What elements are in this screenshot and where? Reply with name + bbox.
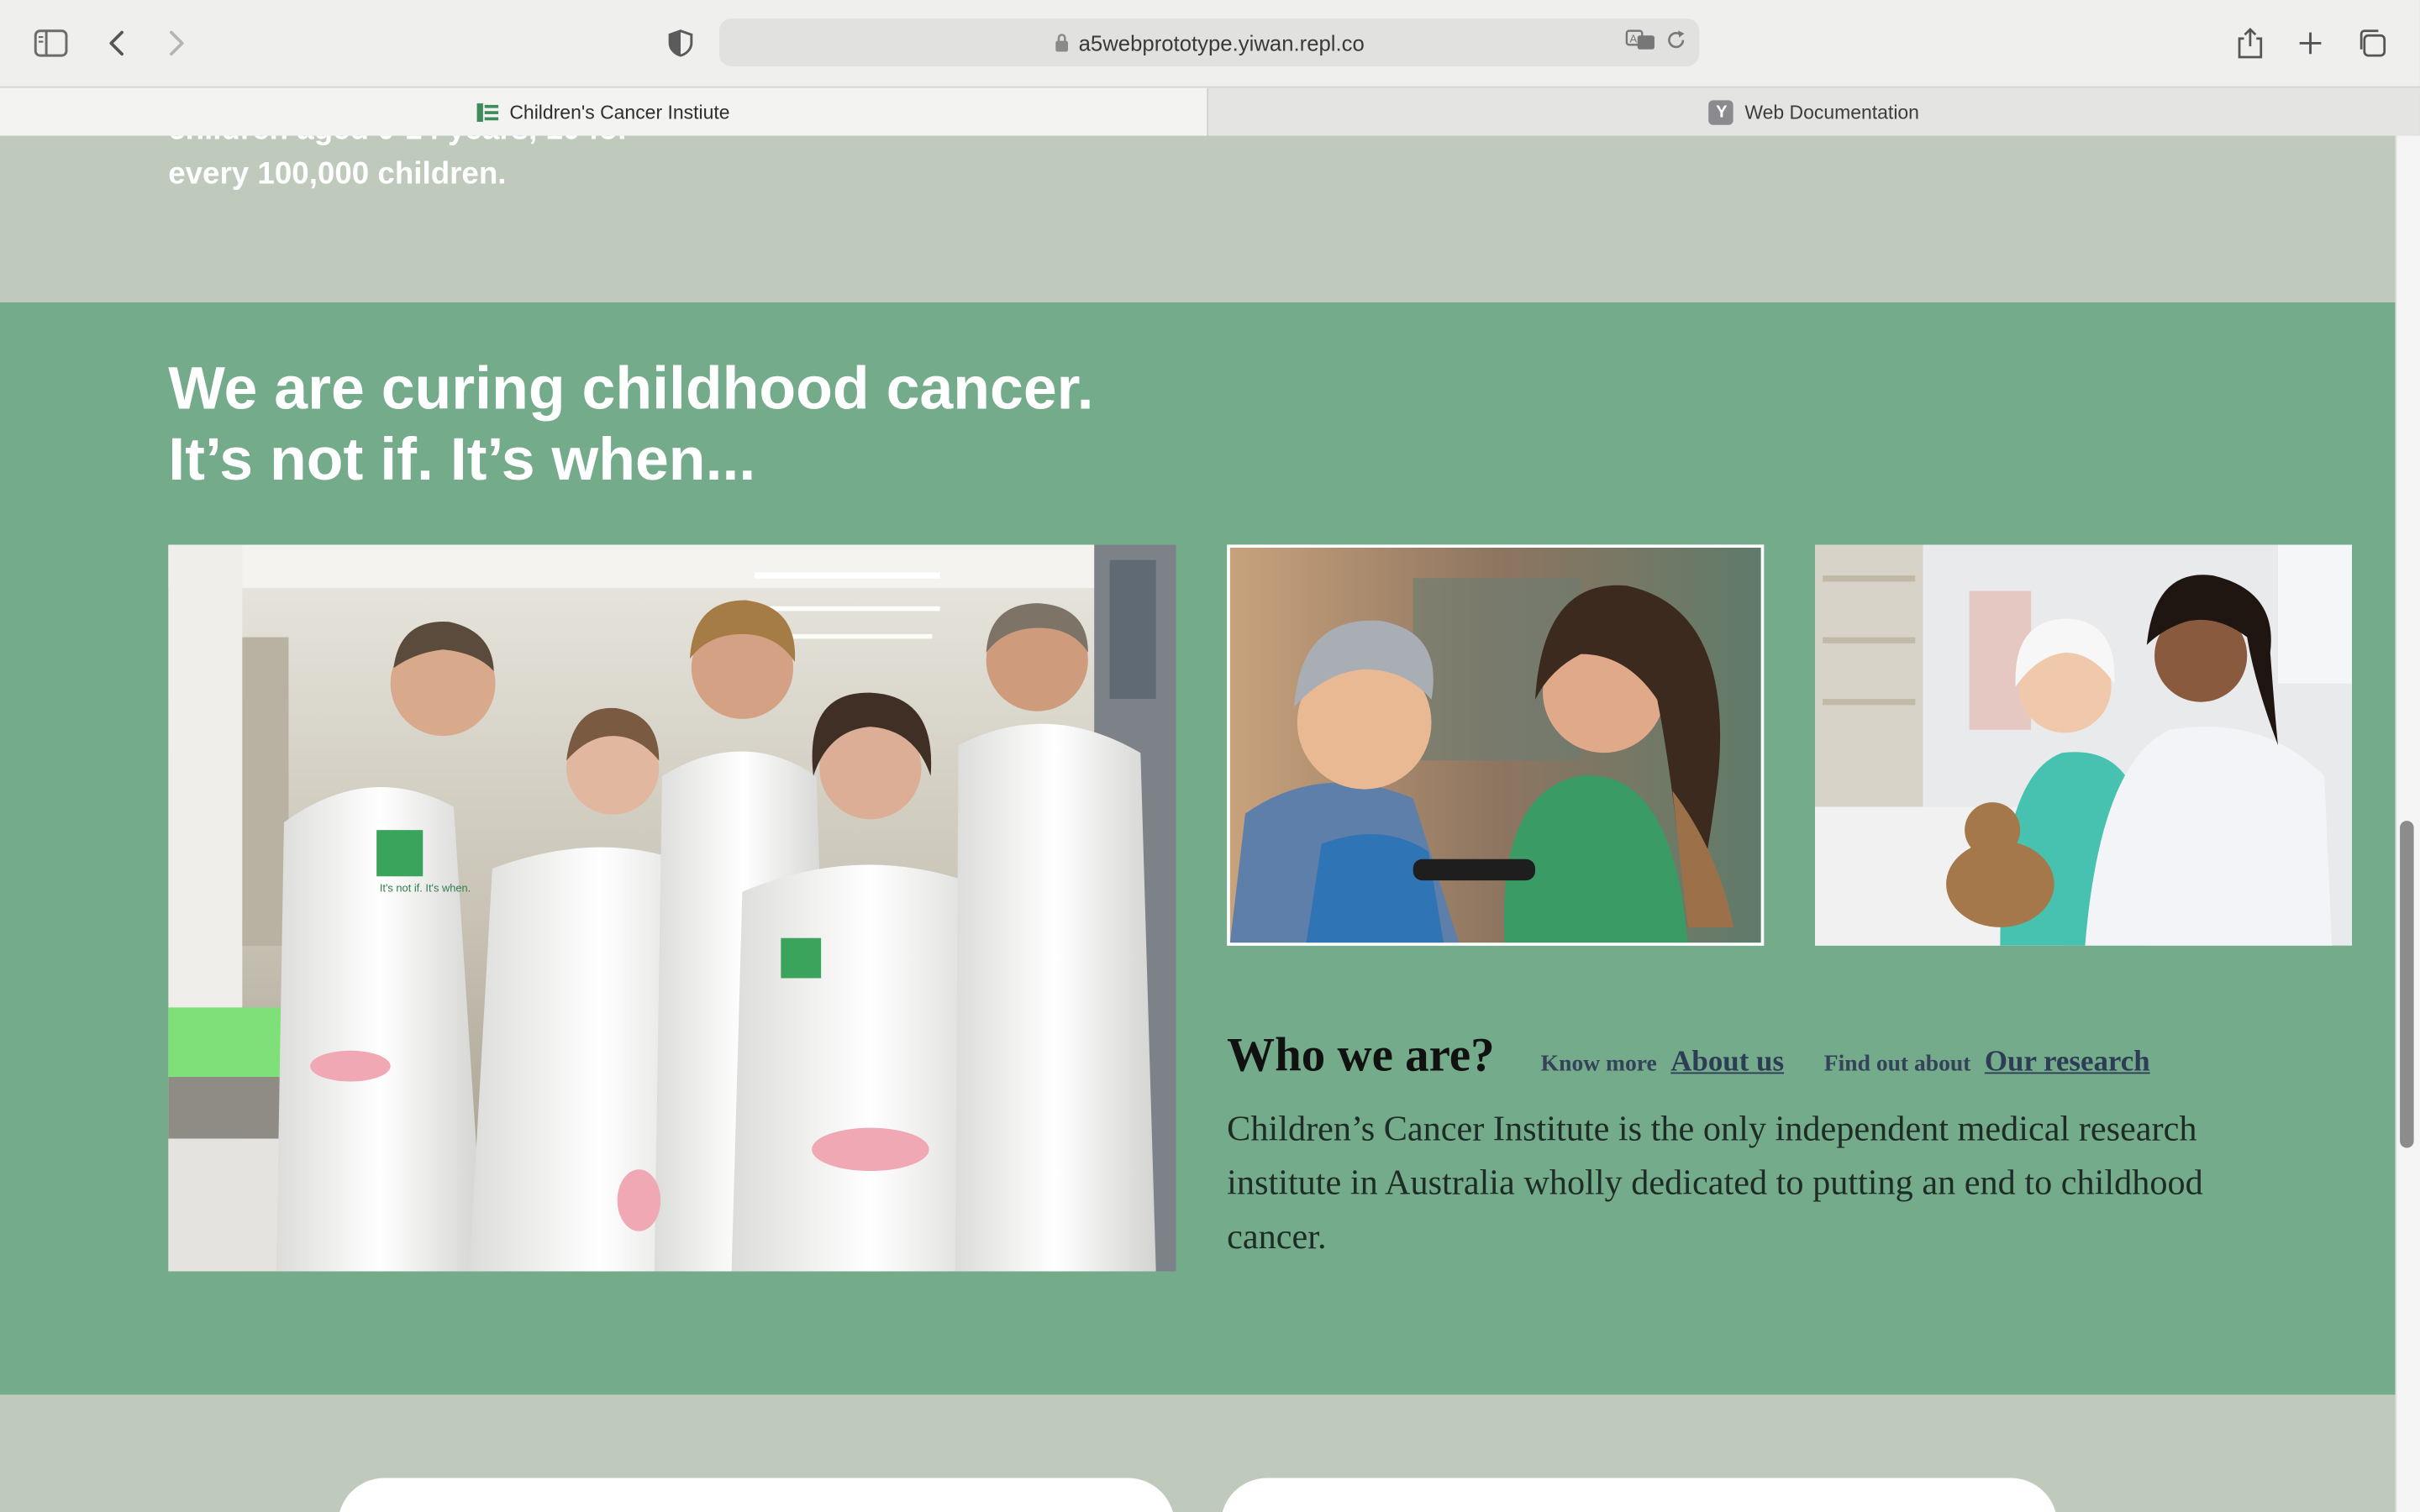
know-more-label: Know more bbox=[1540, 1052, 1657, 1078]
about-us-link[interactable]: About us bbox=[1670, 1046, 1784, 1079]
back-icon[interactable] bbox=[92, 18, 142, 68]
shield-icon[interactable] bbox=[656, 18, 706, 68]
tab-label: Web Documentation bbox=[1744, 101, 1919, 123]
browser-window: a5webprototype.yiwan.repl.co A Children'… bbox=[0, 0, 2420, 1512]
cci-favicon-icon bbox=[476, 102, 499, 122]
tab-web-documentation[interactable]: Y Web Documentation bbox=[1208, 88, 2420, 136]
svg-text:A: A bbox=[1630, 33, 1638, 45]
patient-with-carer-photo bbox=[1227, 544, 1765, 946]
our-research-link[interactable]: Our research bbox=[1985, 1046, 2150, 1079]
sidebar-icon[interactable] bbox=[26, 18, 76, 68]
browser-toolbar: a5webprototype.yiwan.repl.co A bbox=[0, 0, 2420, 87]
find-out-about-label: Find out about bbox=[1823, 1052, 1971, 1078]
tab-label: Children's Cancer Instiute bbox=[509, 101, 730, 123]
forward-icon[interactable] bbox=[151, 18, 201, 68]
y-favicon-icon: Y bbox=[1709, 99, 1734, 124]
patient-with-doctor-photo bbox=[1814, 544, 2353, 946]
share-icon[interactable] bbox=[2226, 18, 2275, 68]
who-we-are-description: Children’s Cancer Institute is the only … bbox=[1227, 1109, 2203, 1257]
apron-slogan: It's not if. It's when. bbox=[380, 882, 471, 895]
research-team-photo: It's not if. It's when. bbox=[168, 544, 1176, 1272]
address-bar[interactable]: a5webprototype.yiwan.repl.co A bbox=[718, 18, 1700, 66]
url-text: a5webprototype.yiwan.repl.co bbox=[1078, 29, 1365, 55]
page-viewport: children aged 0-14 years, 10 for every 1… bbox=[0, 135, 2396, 1512]
tab-overview-icon[interactable] bbox=[2348, 18, 2397, 68]
scrollbar-thumb[interactable] bbox=[2400, 821, 2414, 1148]
statistic-line: every 100,000 children. bbox=[168, 157, 507, 192]
reload-icon[interactable] bbox=[1665, 29, 1687, 51]
headline-line-2: It’s not if. It’s when... bbox=[168, 427, 756, 494]
lower-section bbox=[0, 1394, 2396, 1512]
mission-headline: We are curing childhood cancer. It’s not… bbox=[168, 354, 1093, 496]
tab-childrens-cancer-institute[interactable]: Children's Cancer Instiute bbox=[0, 87, 1209, 136]
translate-icon[interactable]: A bbox=[1625, 28, 1656, 52]
info-card-1 bbox=[338, 1478, 1175, 1512]
statistic-section: children aged 0-14 years, 10 for every 1… bbox=[0, 135, 2396, 302]
headline-line-1: We are curing childhood cancer. bbox=[168, 356, 1094, 423]
statistic-partial-line: children aged 0-14 years, 10 for bbox=[168, 136, 629, 149]
who-we-are-title: Who we are? bbox=[1227, 1027, 1495, 1082]
info-card-2 bbox=[1220, 1478, 2058, 1512]
who-we-are-row: Who we are? Know more About us Find out … bbox=[1227, 1027, 2190, 1083]
lock-icon bbox=[1055, 34, 1068, 52]
mission-section: We are curing childhood cancer. It’s not… bbox=[0, 302, 2396, 1395]
tab-strip: Children's Cancer Instiute Y Web Documen… bbox=[0, 86, 2420, 138]
new-tab-icon[interactable] bbox=[2286, 18, 2335, 68]
